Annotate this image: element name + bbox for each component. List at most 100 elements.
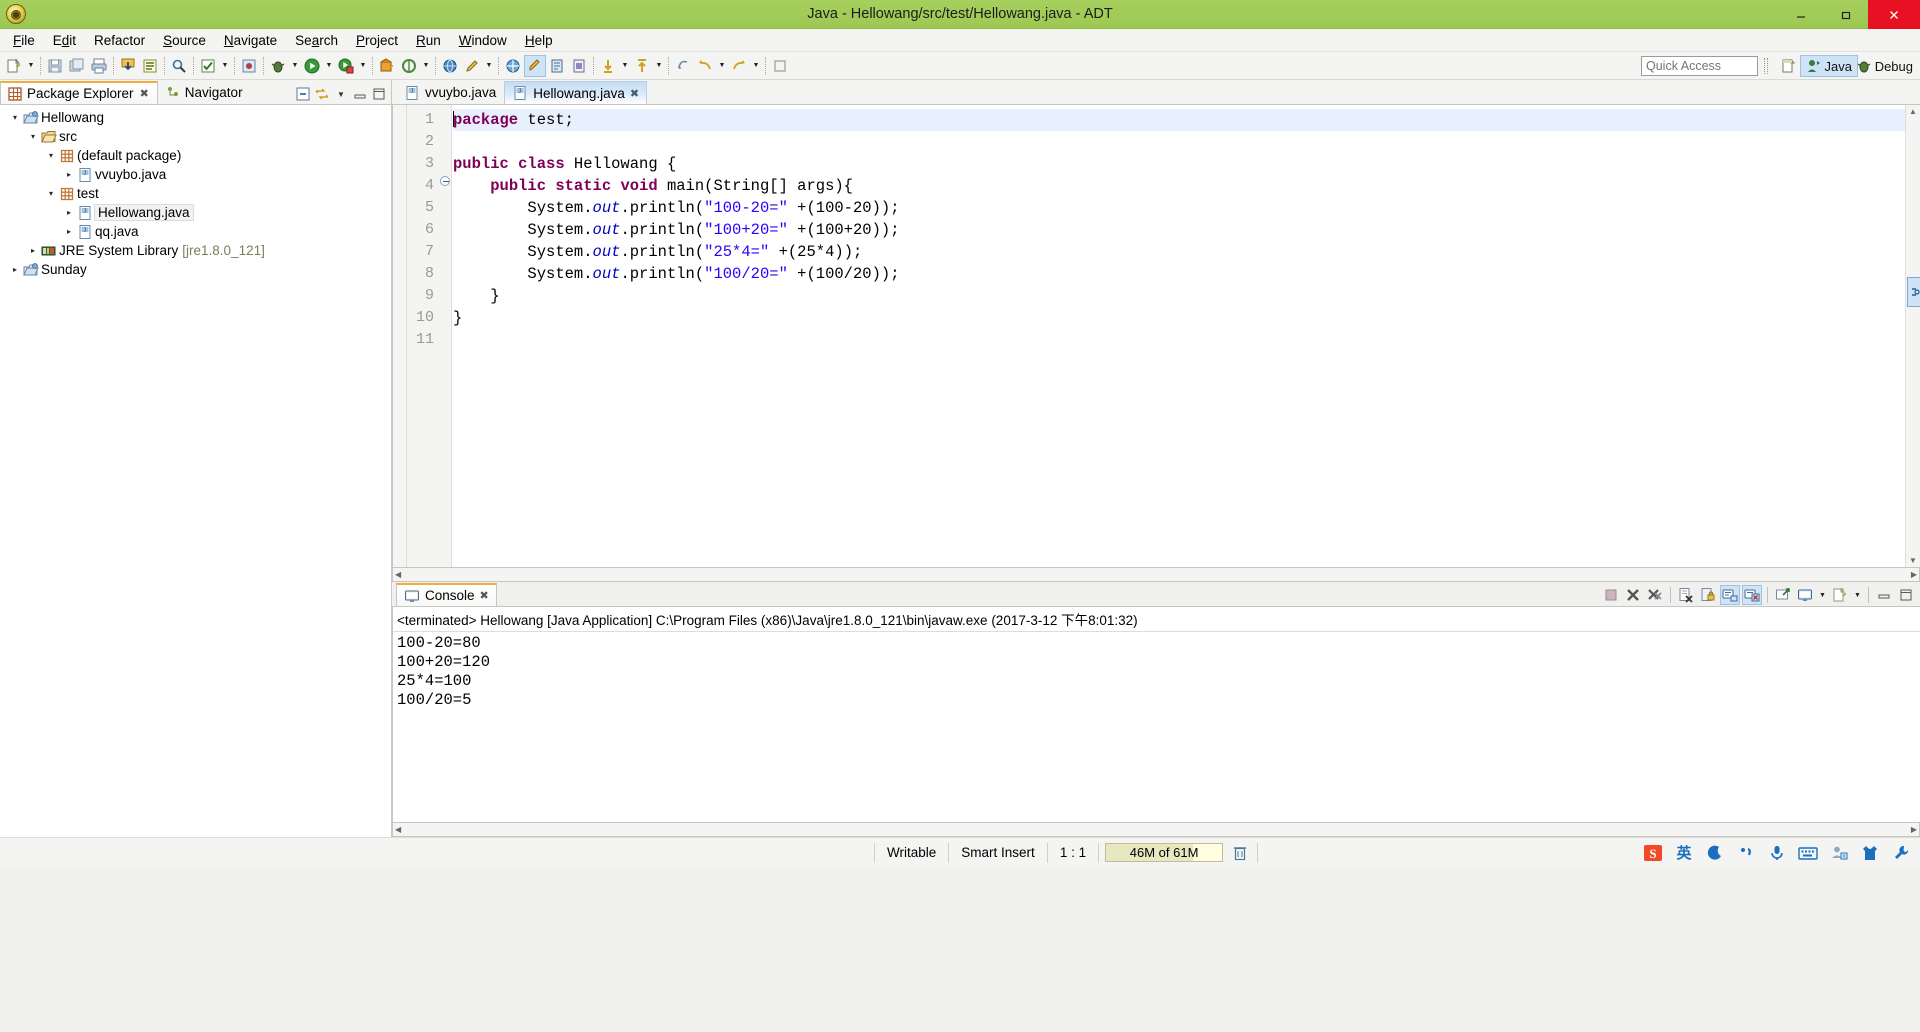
sogou-logo-icon[interactable]: S: [1642, 842, 1664, 864]
previous-annotation-icon[interactable]: [631, 55, 653, 77]
close-icon[interactable]: ✖: [140, 87, 149, 100]
back-dropdown[interactable]: ▼: [716, 55, 728, 77]
display-selected-console-icon[interactable]: [1795, 585, 1815, 605]
minimize-icon[interactable]: [352, 86, 368, 102]
debug-dropdown[interactable]: ▼: [289, 55, 301, 77]
menu-file[interactable]: File: [4, 31, 44, 50]
new-java-package-icon[interactable]: [502, 55, 524, 77]
tab-console[interactable]: Console ✖: [396, 583, 497, 606]
last-edit-location-icon[interactable]: [672, 55, 694, 77]
ime-voice-icon[interactable]: [1766, 842, 1788, 864]
menu-navigate[interactable]: Navigate: [215, 31, 286, 50]
collapse-all-icon[interactable]: [295, 86, 311, 102]
menu-search[interactable]: Search: [286, 31, 347, 50]
perspective-java[interactable]: Java: [1799, 55, 1858, 77]
android-dropdown[interactable]: ▼: [420, 55, 432, 77]
twisty-expanded-icon[interactable]: ▾: [44, 189, 58, 198]
code-line[interactable]: [453, 131, 1905, 153]
code-line[interactable]: }: [453, 285, 1905, 307]
twisty-collapsed-icon[interactable]: ▸: [62, 170, 76, 179]
forward-dropdown[interactable]: ▼: [750, 55, 762, 77]
save-all-icon[interactable]: [66, 55, 88, 77]
menu-help[interactable]: Help: [516, 31, 562, 50]
ime-toolbox-icon[interactable]: [1890, 842, 1912, 864]
show-console-on-output-icon[interactable]: [1720, 585, 1740, 605]
new-wizard-dropdown[interactable]: ▼: [25, 55, 37, 77]
scroll-left-icon[interactable]: ◀: [395, 570, 401, 579]
export-icon[interactable]: [117, 55, 139, 77]
editor-horizontal-scrollbar[interactable]: ◀ ▶: [392, 568, 1920, 582]
tree-item-test[interactable]: ▾ test: [0, 184, 391, 203]
ime-chinese-english-icon[interactable]: 英: [1673, 842, 1695, 864]
remove-all-terminated-icon[interactable]: [1645, 585, 1665, 605]
tree-item-hellowang[interactable]: ▾ Hellowang: [0, 108, 391, 127]
search-icon[interactable]: [168, 55, 190, 77]
editor-vertical-scrollbar[interactable]: ▲ ▼: [1905, 105, 1920, 567]
ime-skin-icon[interactable]: [1859, 842, 1881, 864]
console-body[interactable]: <terminated> Hellowang [Java Application…: [392, 606, 1920, 823]
twisty-collapsed-icon[interactable]: ▸: [62, 208, 76, 217]
scroll-right-icon[interactable]: ▶: [1911, 825, 1917, 834]
android-sdk-manager-icon[interactable]: [398, 55, 420, 77]
restore-button[interactable]: [1823, 0, 1868, 29]
menu-project[interactable]: Project: [347, 31, 407, 50]
code-line[interactable]: public class Hellowang {: [453, 153, 1905, 175]
forward-icon[interactable]: [728, 55, 750, 77]
code-line[interactable]: System.out.println("25*4=" +(25*4));: [453, 241, 1905, 263]
close-button[interactable]: [1868, 0, 1920, 29]
maximize-icon[interactable]: [371, 86, 387, 102]
minimize-icon[interactable]: [1874, 585, 1894, 605]
editor-tab-vvuybo-java[interactable]: J vvuybo.java: [396, 81, 504, 104]
link-with-editor-icon[interactable]: [314, 86, 330, 102]
twisty-collapsed-icon[interactable]: ▸: [8, 265, 22, 274]
print-icon[interactable]: [88, 55, 110, 77]
close-icon[interactable]: ✖: [480, 589, 489, 602]
back-icon[interactable]: [694, 55, 716, 77]
code-line[interactable]: System.out.println("100/20=" +(100/20));: [453, 263, 1905, 285]
maximize-icon[interactable]: [1896, 585, 1916, 605]
code-editor[interactable]: 1 2 3 4 5 6 7 8 9 10 11 package test; pu…: [392, 104, 1920, 568]
debug-icon[interactable]: [267, 55, 289, 77]
annotation-ruler[interactable]: [393, 105, 407, 567]
show-console-on-error-icon[interactable]: [1742, 585, 1762, 605]
tab-package-explorer[interactable]: Package Explorer ✖: [0, 81, 158, 104]
twisty-expanded-icon[interactable]: ▾: [26, 132, 40, 141]
editor-tab-hellowang-java[interactable]: J Hellowang.java ✖: [504, 81, 648, 104]
code-line[interactable]: package test;: [453, 109, 1905, 131]
lint-dropdown[interactable]: ▼: [483, 55, 495, 77]
toolbar-drag-handle[interactable]: [1764, 58, 1768, 74]
tab-navigator[interactable]: Navigator: [158, 81, 252, 104]
next-annotation-dropdown[interactable]: ▼: [619, 55, 631, 77]
code-line[interactable]: [453, 329, 1905, 351]
new-java-class-icon[interactable]: [524, 54, 546, 77]
ime-user-icon[interactable]: [1828, 842, 1850, 864]
open-declaration-icon[interactable]: [568, 55, 590, 77]
quick-access-input[interactable]: [1641, 56, 1758, 76]
menu-window[interactable]: Window: [450, 31, 516, 50]
new-wizard-icon[interactable]: [3, 55, 25, 77]
open-perspective-button[interactable]: [1776, 55, 1802, 77]
folding-ruler[interactable]: [438, 105, 452, 567]
menu-run[interactable]: Run: [407, 31, 450, 50]
twisty-collapsed-icon[interactable]: ▸: [26, 246, 40, 255]
new-java-interface-icon[interactable]: [546, 55, 568, 77]
console-output[interactable]: 100-20=80 100+20=120 25*4=100 100/20=5: [393, 632, 1920, 822]
skip-breakpoints-icon[interactable]: [238, 55, 260, 77]
next-annotation-icon[interactable]: [597, 55, 619, 77]
open-type-icon[interactable]: [139, 55, 161, 77]
new-android-project-icon[interactable]: [376, 55, 398, 77]
remove-launch-icon[interactable]: [1623, 585, 1643, 605]
minimize-button[interactable]: [1778, 0, 1823, 29]
heap-status-indicator[interactable]: 46M of 61M: [1105, 843, 1224, 862]
twisty-expanded-icon[interactable]: ▾: [8, 113, 22, 122]
perspective-debug[interactable]: Debug: [1851, 55, 1918, 77]
twisty-collapsed-icon[interactable]: ▸: [62, 227, 76, 236]
scroll-up-icon[interactable]: ▲: [1909, 107, 1917, 116]
editor-side-handle[interactable]: [1907, 277, 1920, 307]
tree-item-sunday[interactable]: ▸ Sunday: [0, 260, 391, 279]
scroll-right-icon[interactable]: ▶: [1911, 570, 1917, 579]
ime-moon-icon[interactable]: [1704, 842, 1726, 864]
run-icon[interactable]: [301, 55, 323, 77]
project-tree[interactable]: ▾ Hellowang ▾ src ▾ (default package) ▸ …: [0, 104, 391, 837]
terminate-icon[interactable]: [1601, 585, 1621, 605]
